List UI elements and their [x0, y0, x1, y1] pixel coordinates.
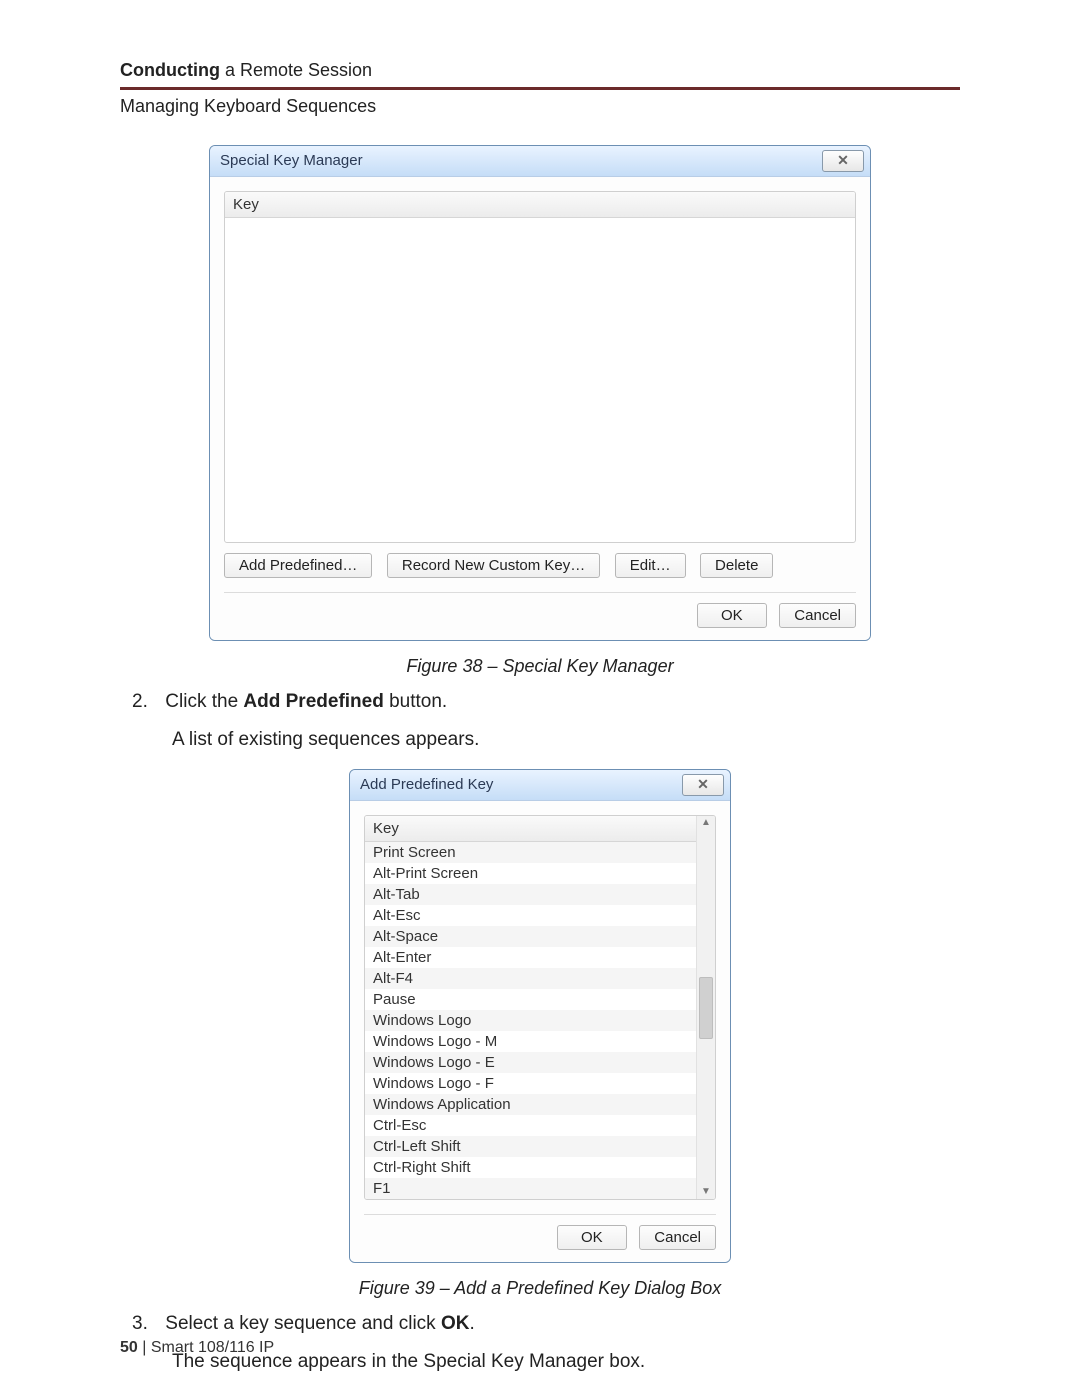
step-3-result: The sequence appears in the Special Key …	[172, 1351, 960, 1373]
list-item[interactable]: Windows Logo - F	[365, 1073, 696, 1094]
heading-rule	[120, 87, 960, 90]
step-2-result: A list of existing sequences appears.	[172, 729, 960, 751]
step-2-text-post: button.	[384, 691, 447, 712]
column-header-key: Key	[365, 816, 696, 842]
step-2: 2. Click the Add Predefined button. A li…	[132, 691, 960, 751]
delete-button[interactable]: Delete	[700, 553, 773, 578]
chapter-heading: Conducting a Remote Session	[120, 60, 960, 81]
step-3-number: 3.	[132, 1313, 160, 1335]
scroll-up-icon[interactable]: ▲	[701, 818, 711, 828]
list-item[interactable]: Ctrl-Right Shift	[365, 1157, 696, 1178]
page-footer: 50 | Smart 108/116 IP	[120, 1339, 274, 1357]
footer-sep: |	[138, 1339, 151, 1356]
add-predefined-key-dialog: Add Predefined Key ✕ Key Print ScreenAlt…	[349, 769, 731, 1263]
list-item[interactable]: Alt-Print Screen	[365, 863, 696, 884]
step-2-text-pre: Click the	[165, 691, 243, 712]
edit-button[interactable]: Edit…	[615, 553, 686, 578]
step-2-number: 2.	[132, 691, 160, 713]
list-item[interactable]: Windows Logo - M	[365, 1031, 696, 1052]
column-header-key: Key	[225, 192, 855, 218]
list-item[interactable]: Windows Logo	[365, 1010, 696, 1031]
page-number: 50	[120, 1339, 138, 1356]
special-key-manager-dialog: Special Key Manager ✕ Key Add Predefined…	[209, 145, 871, 641]
predefined-key-listbox[interactable]: Key Print ScreenAlt-Print ScreenAlt-TabA…	[364, 815, 716, 1200]
list-item[interactable]: Ctrl-Esc	[365, 1115, 696, 1136]
scrollbar[interactable]: ▲ ▼	[696, 816, 715, 1199]
list-item[interactable]: Alt-Tab	[365, 884, 696, 905]
step-3-text-bold: OK	[441, 1313, 470, 1334]
list-item[interactable]: Ctrl-Left Shift	[365, 1136, 696, 1157]
key-listbox[interactable]: Key	[224, 191, 856, 543]
step-3-text-pre: Select a key sequence and click	[165, 1313, 441, 1334]
chapter-heading-bold: Conducting	[120, 60, 220, 80]
list-item[interactable]: Windows Application	[365, 1094, 696, 1115]
list-item[interactable]: Alt-Space	[365, 926, 696, 947]
list-item[interactable]: Alt-Enter	[365, 947, 696, 968]
ok-button[interactable]: OK	[557, 1225, 627, 1250]
dialog-title: Special Key Manager	[220, 146, 363, 176]
cancel-button[interactable]: Cancel	[779, 603, 856, 628]
scroll-thumb[interactable]	[699, 977, 713, 1039]
cancel-button[interactable]: Cancel	[639, 1225, 716, 1250]
list-item[interactable]: Windows Logo - E	[365, 1052, 696, 1073]
add-predefined-button[interactable]: Add Predefined…	[224, 553, 372, 578]
scroll-down-icon[interactable]: ▼	[701, 1187, 711, 1197]
list-item[interactable]: F1	[365, 1178, 696, 1199]
list-item[interactable]: Print Screen	[365, 842, 696, 863]
close-icon[interactable]: ✕	[682, 774, 724, 796]
list-item[interactable]: Alt-F4	[365, 968, 696, 989]
list-item[interactable]: Alt-Esc	[365, 905, 696, 926]
step-2-text-bold: Add Predefined	[243, 691, 383, 712]
close-icon[interactable]: ✕	[822, 150, 864, 172]
list-item[interactable]: Pause	[365, 989, 696, 1010]
footer-product: Smart 108/116 IP	[151, 1339, 274, 1356]
record-new-custom-key-button[interactable]: Record New Custom Key…	[387, 553, 600, 578]
subsection-heading: Managing Keyboard Sequences	[120, 96, 960, 117]
figure-39-caption: Figure 39 – Add a Predefined Key Dialog …	[120, 1278, 960, 1299]
chapter-heading-rest: a Remote Session	[220, 60, 372, 80]
dialog-title: Add Predefined Key	[360, 770, 493, 800]
figure-38-caption: Figure 38 – Special Key Manager	[120, 656, 960, 677]
step-3-text-post: .	[469, 1313, 474, 1334]
ok-button[interactable]: OK	[697, 603, 767, 628]
